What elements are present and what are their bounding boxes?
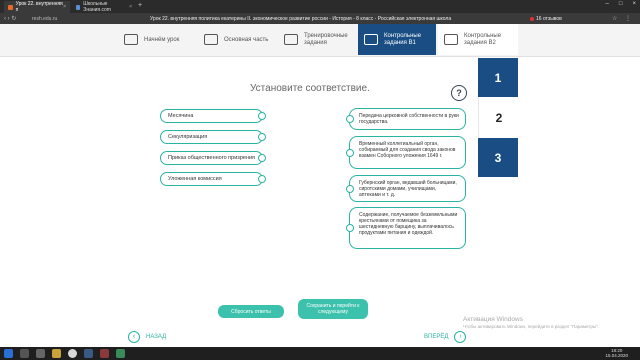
match-right-label: Содержание, получаемое безземельными кре… [359,212,458,236]
task-instruction: Установите соответствие. [250,83,370,94]
target-icon [364,34,378,45]
maximize-icon[interactable]: □ [619,1,623,7]
match-left-item[interactable]: Приказ общественного призрения [160,151,266,165]
step-start-lesson[interactable]: Начнём урок [118,24,194,55]
connector-dot[interactable] [346,184,354,193]
app-icon[interactable] [116,349,125,358]
arrow-left-icon: ‹ [128,331,140,343]
forward-label: ВПЕРЁД [424,334,449,340]
znania-favicon-icon [76,4,81,10]
search-icon[interactable] [20,349,29,358]
forward-nav[interactable]: ВПЕРЁД › [424,331,467,343]
reset-answers-button[interactable]: Сбросить ответы [218,305,284,318]
connector-dot[interactable] [258,175,266,183]
task-view-icon[interactable] [36,349,45,358]
match-left-label: Месячина [168,113,194,119]
step-label: Контрольные задания В1 [384,32,422,46]
browser-tab-lesson[interactable]: Урок 22. внутренняя п × [4,1,70,13]
back-label: НАЗАД [146,334,167,340]
navigation-icons[interactable]: ‹ › ↻ [4,15,16,22]
url-field[interactable]: resh.edu.ru [32,16,57,22]
connector-dot[interactable] [258,112,266,120]
arrow-right-icon: › [454,331,467,343]
minimize-icon[interactable]: – [606,1,609,7]
task-number-3[interactable]: 3 [478,138,518,177]
back-nav[interactable]: ‹ НАЗАД [128,331,166,343]
match-left-label: Секуляризация [168,134,208,140]
step-label: Контрольные задания В2 [464,32,502,46]
match-left-label: Уложенная комиссия [168,176,222,182]
match-right-label: Губернский орган, ведавший больницами, с… [359,180,457,198]
close-window-icon[interactable]: × [632,1,636,7]
match-left-item[interactable]: Месячина [160,109,266,123]
step-control-b1[interactable]: Контрольные задания В1 [358,24,436,55]
tab-close-icon[interactable]: × [63,4,66,10]
connector-dot[interactable] [258,133,266,141]
step-control-b2[interactable]: Контрольные задания В2 [438,24,518,55]
match-left-item[interactable]: Уложенная комиссия [160,172,266,186]
connector-dot[interactable] [258,154,266,162]
match-right-item[interactable]: Передача церковной собственности в руки … [346,108,466,130]
step-label: Тренировочные задания [304,32,348,46]
windows-activation-watermark: Активация Windows Чтобы активировать Win… [463,316,599,329]
new-tab-button[interactable]: + [138,2,142,9]
step-label: Начнём урок [144,36,180,43]
play-icon [204,34,218,45]
tab-close-icon[interactable]: × [129,4,132,10]
tab-label: Школьные Знания.com [83,1,111,13]
window-controls: – □ × [606,1,636,7]
tab-label: Урок 22. внутренняя п [15,1,63,13]
watermark-title: Активация Windows [463,316,523,323]
task-number-1[interactable]: 1 [478,58,518,97]
lesson-steps-bar: Начнём урок Основная часть Тренировочные… [0,24,640,57]
browser-tab-znania[interactable]: Школьные Знания.com × [72,1,136,13]
steam-icon[interactable] [84,349,93,358]
match-left-label: Приказ общественного призрения [168,155,256,161]
help-button[interactable]: ? [451,85,467,101]
address-bar: ‹ › ↻ resh.edu.ru Урок 22. внутренняя по… [0,13,640,24]
target-icon [444,34,458,45]
system-clock[interactable]: 18:20 15.04.2020 [605,348,628,358]
clock-date: 15.04.2020 [605,353,628,358]
match-left-item[interactable]: Секуляризация [160,130,266,144]
megaphone-icon [124,34,138,45]
step-main-part[interactable]: Основная часть [198,24,276,55]
windows-taskbar: 18:20 15.04.2020 [0,347,640,360]
explorer-icon[interactable] [52,349,61,358]
resh-favicon-icon [8,4,13,10]
connector-dot[interactable] [346,148,354,157]
save-and-next-button[interactable]: Сохранить и перейти к следующему [298,299,368,319]
match-right-item[interactable]: Содержание, получаемое безземельными кре… [346,207,466,249]
dumbbell-icon [284,34,298,45]
connector-dot[interactable] [346,115,354,123]
match-right-item[interactable]: Временный коллегиальный орган, собираемы… [346,136,466,169]
watermark-subtitle: Чтобы активировать Windows, перейдите в … [463,324,599,329]
task-number-2[interactable]: 2 [478,98,519,137]
browser-tab-bar: Урок 22. внутренняя п × Школьные Знания.… [0,0,640,13]
step-label: Основная часть [224,36,269,43]
match-right-label: Передача церковной собственности в руки … [359,113,459,125]
page-title: Урок 22. внутренняя политика екатерины I… [150,16,452,22]
reviews-badge[interactable]: 16 отзывов [530,16,562,22]
connector-dot[interactable] [346,224,354,232]
browser-tools-icons[interactable]: ☆ ⋮ [612,15,634,22]
browser-icon[interactable] [68,349,77,358]
start-icon[interactable] [4,349,13,358]
match-right-item[interactable]: Губернский орган, ведавший больницами, с… [346,175,466,202]
app-icon[interactable] [100,349,109,358]
step-training-tasks[interactable]: Тренировочные задания [278,24,356,55]
match-right-label: Временный коллегиальный орган, собираемы… [359,141,456,159]
